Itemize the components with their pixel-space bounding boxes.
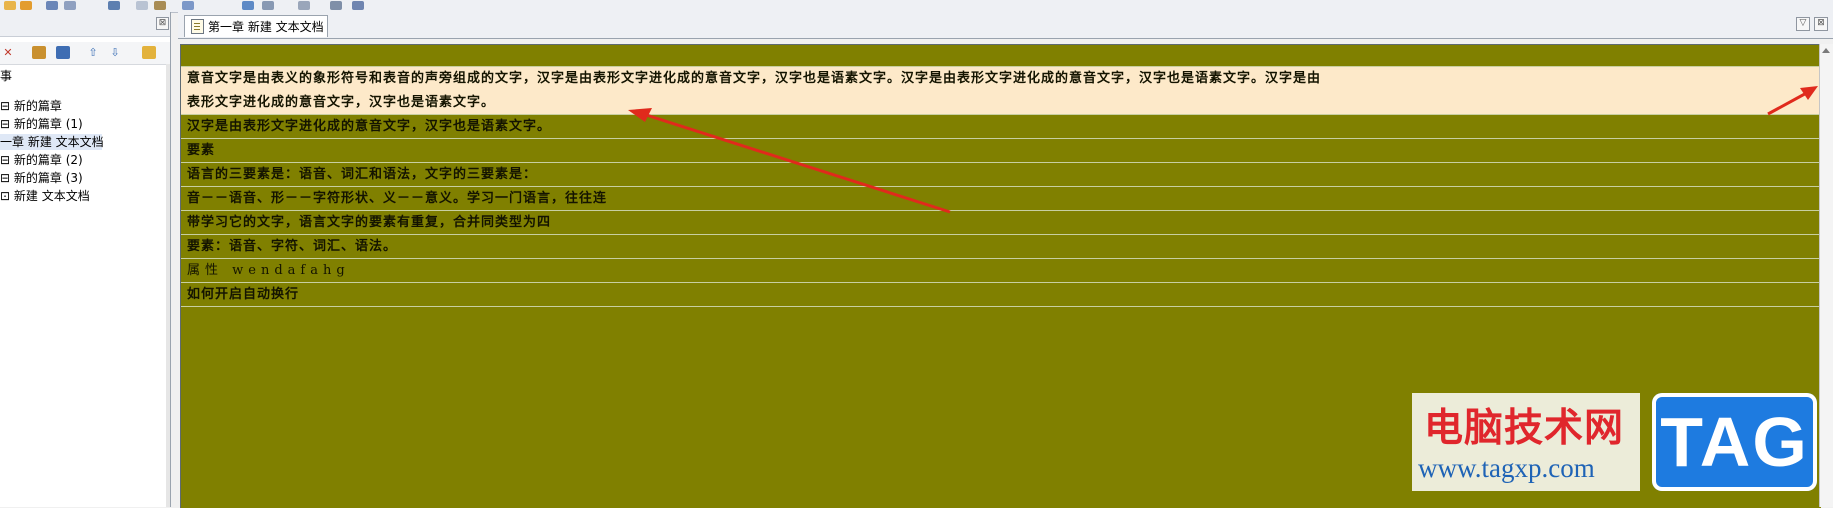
text-line-wrap-2: 表形文字进化成的意音文字，汉字也是语素文字。: [187, 95, 496, 110]
replace-icon[interactable]: [242, 1, 254, 10]
undo-icon[interactable]: [46, 1, 58, 10]
tab-list-button[interactable]: ▽: [1796, 17, 1810, 31]
folder-icon[interactable]: [20, 1, 32, 10]
tree-item-label: 新的篇章 (2): [13, 153, 83, 167]
help-icon[interactable]: [352, 1, 364, 10]
outdent-icon[interactable]: [298, 1, 310, 10]
text-line: [181, 45, 1821, 67]
tab-strip: 第一章 新建 文本文档 ▽ ⊠: [178, 12, 1833, 39]
tree-item-label: 新建 文本文档: [13, 189, 90, 203]
paste-icon[interactable]: [154, 1, 166, 10]
tab-close-button[interactable]: ⊠: [1814, 17, 1828, 31]
settings-icon[interactable]: [330, 1, 342, 10]
find-icon[interactable]: [182, 1, 194, 10]
delete-icon[interactable]: ✕: [1, 46, 15, 59]
cut-icon[interactable]: [108, 1, 120, 10]
tree-item-label: 一章 新建 文本文档: [0, 135, 104, 149]
text-line: 如何开启自动换行: [181, 283, 1821, 307]
text-line: 属性 wendafahg: [181, 259, 1821, 283]
tab-document[interactable]: 第一章 新建 文本文档: [184, 15, 328, 37]
watermark-url: www.tagxp.com: [1418, 453, 1595, 483]
text-line: 汉字是由表形文字进化成的意音文字，汉字也是语素文字。: [181, 115, 1821, 139]
outline-scrollbar[interactable]: [166, 64, 170, 507]
tree-item-selected[interactable]: 一章 新建 文本文档: [0, 134, 104, 150]
document-icon: ⊡: [0, 189, 11, 203]
new-chapter-icon[interactable]: [32, 46, 46, 59]
text-line: 要素: [181, 139, 1821, 163]
tree-item[interactable]: ⊟ 新的篇章: [0, 98, 62, 114]
tree-item-label: 新的篇章 (3): [13, 171, 83, 185]
text-line: 要素：语音、字符、词汇、语法。: [181, 235, 1821, 259]
tree-item[interactable]: ⊟ 新的篇章 (2): [0, 152, 83, 168]
watermark-badge-text: TAG: [1660, 403, 1809, 481]
watermark-title: 电脑技术网: [1424, 405, 1625, 451]
tree-item-label: 新的篇章 (1): [13, 117, 83, 131]
properties-icon[interactable]: [56, 46, 70, 59]
text-line-wrap-1: 意音文字是由表义的象形符号和表音的声旁组成的文字，汉字是由表形文字进化成的意音文…: [187, 71, 1322, 86]
indent-icon[interactable]: [262, 1, 274, 10]
panel-close-button[interactable]: ⊠: [156, 17, 169, 30]
tree-item-root[interactable]: 事: [0, 68, 12, 84]
outline-toolbar: ✕ ⇧ ⇩: [0, 42, 170, 65]
text-line: 语言的三要素是：语音、词汇和语法，文字的三要素是：: [181, 163, 1821, 187]
lock-icon[interactable]: [142, 46, 156, 59]
move-up-icon[interactable]: ⇧: [86, 46, 100, 59]
outline-panel: ⊠ ✕ ⇧ ⇩ 事 ⊟ 新的篇章 ⊟ 新的篇章 (1) 一章 新建 文本文档 ⊟…: [0, 12, 171, 507]
tree-expander-icon[interactable]: ⊟: [0, 99, 10, 113]
open-icon[interactable]: [4, 1, 16, 10]
copy-icon[interactable]: [136, 1, 148, 10]
tree-item[interactable]: ⊟ 新的篇章 (3): [0, 170, 83, 186]
tree-expander-icon[interactable]: ⊟: [0, 117, 10, 131]
tree-expander-icon[interactable]: ⊟: [0, 153, 10, 167]
document-icon: [191, 19, 204, 34]
text-line-highlighted: 意音文字是由表义的象形符号和表音的声旁组成的文字，汉字是由表形文字进化成的意音文…: [181, 67, 1821, 115]
scroll-up-icon[interactable]: [1822, 48, 1830, 53]
outline-panel-header: ⊠: [0, 12, 170, 37]
tab-label: 第一章 新建 文本文档: [208, 20, 324, 34]
tree-item[interactable]: ⊡ 新建 文本文档: [0, 188, 90, 204]
watermark-logo: TAG: [1652, 393, 1817, 491]
redo-icon[interactable]: [64, 1, 76, 10]
tree-item[interactable]: ⊟ 新的篇章 (1): [0, 116, 83, 132]
tree-item-label: 新的篇章: [13, 99, 62, 113]
text-line: 带学习它的文字，语言文字的要素有重复，合并同类型为四: [181, 211, 1821, 235]
tree-expander-icon[interactable]: ⊟: [0, 171, 10, 185]
vertical-scrollbar[interactable]: [1819, 44, 1833, 507]
watermark: 电脑技术网 www.tagxp.com TAG: [1412, 393, 1817, 491]
move-down-icon[interactable]: ⇩: [108, 46, 122, 59]
watermark-text-block: 电脑技术网 www.tagxp.com: [1412, 393, 1640, 491]
text-line: 音－－语音、形－－字符形状、义－－意义。学习一门语言，往往连: [181, 187, 1821, 211]
